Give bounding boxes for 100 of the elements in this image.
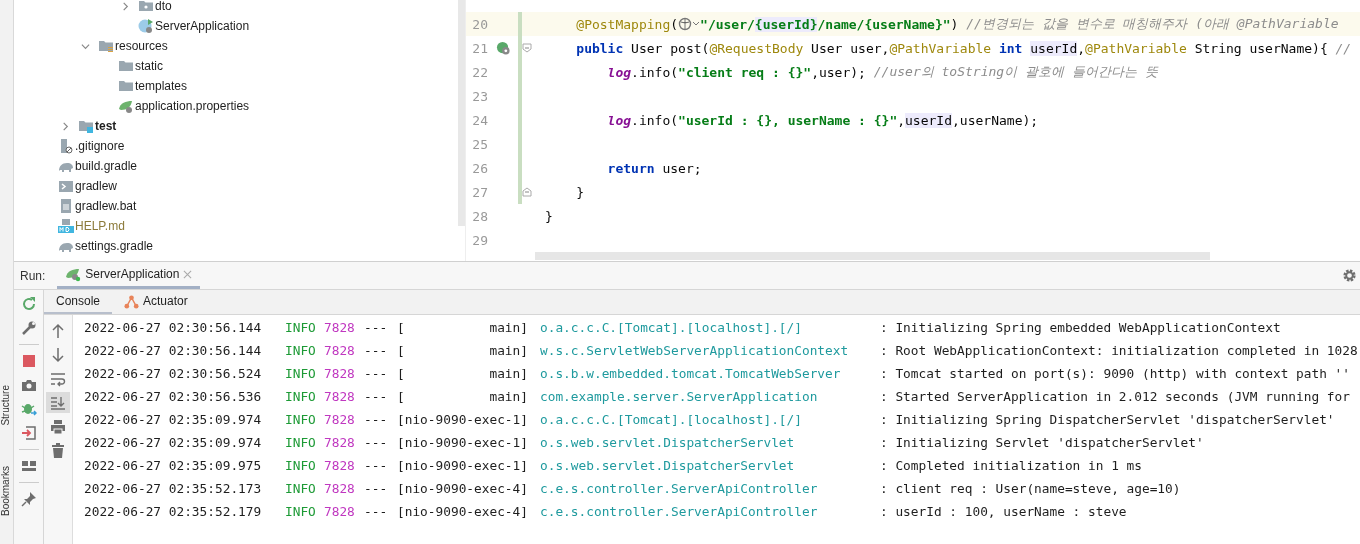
log-message: : client req : User(name=steve, age=10) — [880, 481, 1181, 496]
tool-window-tab[interactable]: Structure — [0, 385, 13, 426]
logger-name: o.a.c.c.C.[Tomcat].[localhost].[/] — [540, 320, 803, 335]
code-text: } — [545, 208, 553, 224]
rerun-icon[interactable] — [20, 296, 37, 312]
class-icon — [138, 18, 154, 34]
settings-icon[interactable] — [1342, 268, 1357, 283]
tree-item[interactable]: static — [135, 59, 163, 73]
tree-item[interactable]: dto — [155, 0, 172, 13]
tree-item[interactable]: ServerApplication — [155, 19, 250, 33]
process-id: 7828 — [324, 435, 356, 450]
camera-icon[interactable] — [20, 377, 37, 393]
field-name: log — [606, 112, 632, 128]
line-number: 20 — [471, 16, 488, 32]
logger-name: o.s.web.servlet.DispatcherServlet — [540, 435, 796, 450]
log-separator: --- — [364, 343, 389, 358]
scrollbar[interactable] — [535, 252, 1210, 260]
logger-name: o.s.b.w.embedded.tomcat.TomcatWebServer — [540, 366, 842, 381]
log-level: INFO — [285, 504, 317, 519]
annotation-text: @RequestBody — [709, 40, 804, 56]
log-level: INFO — [285, 412, 317, 427]
code-comment: // — [1335, 40, 1352, 56]
code-text: } — [575, 184, 585, 200]
logger-name: com.example.server.ServerApplication — [540, 389, 819, 404]
thread-name: [nio-9090-exec-4] — [397, 481, 529, 496]
tree-item[interactable]: gradlew.bat — [75, 199, 137, 213]
log-timestamp: 2022-06-27 02:35:52.173 — [84, 481, 263, 496]
code-text: , — [1077, 40, 1086, 56]
log-message: : Initializing Servlet 'dispatcherServlet' — [880, 435, 1204, 450]
log-timestamp: 2022-06-27 02:35:09.974 — [84, 435, 263, 450]
scroll-to-end-icon[interactable] — [50, 394, 66, 411]
arrow-up-icon[interactable] — [50, 322, 66, 339]
tool-window-tab[interactable]: Bookmarks — [0, 465, 13, 516]
log-level: INFO — [285, 320, 317, 335]
trash-icon[interactable] — [50, 442, 66, 459]
fold-icon[interactable] — [522, 187, 532, 197]
line-number: 26 — [471, 160, 488, 176]
tree-item[interactable]: settings.gradle — [75, 239, 154, 253]
console-tab[interactable]: Actuator — [112, 290, 200, 314]
code-text: ,user); — [811, 64, 867, 80]
chevron-right-icon[interactable] — [121, 1, 130, 11]
bean-icon[interactable] — [495, 40, 511, 56]
chevron-down-icon[interactable] — [81, 41, 90, 51]
string-literal: /name/{userName}" — [817, 16, 951, 32]
code-text: .info( — [631, 112, 679, 128]
pin-icon[interactable] — [20, 491, 37, 507]
logger-name: c.e.s.controller.ServerApiController — [540, 504, 819, 519]
folder-icon — [98, 38, 114, 54]
tree-item[interactable]: build.gradle — [75, 159, 138, 173]
keyword-text: public — [575, 40, 624, 56]
arrow-down-icon[interactable] — [50, 346, 66, 363]
log-separator: --- — [364, 458, 389, 473]
chevron-right-icon[interactable] — [61, 121, 70, 131]
text-file-icon — [58, 198, 74, 214]
logger-name: o.s.web.servlet.DispatcherServlet — [540, 458, 796, 473]
tree-item[interactable]: templates — [135, 79, 188, 93]
file-icon — [58, 138, 74, 154]
exit-icon[interactable] — [20, 425, 37, 441]
log-message: : Tomcat started on port(s): 9090 (http) with context path '' — [880, 366, 1350, 381]
tree-item[interactable]: test — [95, 119, 117, 133]
string-literal: {userId} — [754, 16, 818, 32]
bug-icon[interactable] — [20, 401, 37, 417]
log-message: : userId : 100, userName : steve — [880, 504, 1127, 519]
folder-icon — [78, 118, 94, 134]
line-number: 25 — [471, 136, 488, 152]
line-number: 21 — [471, 40, 488, 56]
tree-item[interactable]: gradlew — [75, 179, 118, 193]
code-text: userId — [1030, 40, 1078, 56]
layout-icon[interactable] — [20, 458, 37, 474]
log-level: INFO — [285, 458, 317, 473]
fold-icon[interactable] — [522, 43, 532, 53]
tree-item[interactable]: resources — [115, 39, 168, 53]
leaf-icon — [118, 98, 134, 114]
globe-icon[interactable] — [678, 17, 701, 31]
folder-icon — [118, 58, 134, 74]
thread-name: [ main] — [397, 389, 529, 404]
logger-name: c.e.s.controller.ServerApiController — [540, 481, 819, 496]
code-text: ) — [950, 16, 960, 32]
log-separator: --- — [364, 389, 389, 404]
log-timestamp: 2022-06-27 02:30:56.536 — [84, 389, 263, 404]
logger-name: o.a.c.c.C.[Tomcat].[localhost].[/] — [540, 412, 803, 427]
line-number: 29 — [471, 232, 488, 248]
stop-icon[interactable] — [20, 353, 37, 369]
printer-icon[interactable] — [50, 418, 66, 435]
process-id: 7828 — [324, 458, 356, 473]
tree-item[interactable]: HELP.md — [75, 219, 125, 233]
code-text: , — [897, 112, 906, 128]
tree-item[interactable]: application.properties — [135, 99, 250, 113]
thread-name: [nio-9090-exec-1] — [397, 412, 529, 427]
soft-wrap-icon[interactable] — [50, 370, 66, 387]
process-id: 7828 — [324, 320, 356, 335]
log-separator: --- — [364, 412, 389, 427]
code-text: ,userName); — [952, 112, 1039, 128]
terminal-icon — [58, 178, 74, 194]
wrench-icon[interactable] — [20, 320, 37, 336]
log-separator: --- — [364, 435, 389, 450]
tree-item[interactable]: .gitignore — [75, 139, 125, 153]
log-timestamp: 2022-06-27 02:35:09.974 — [84, 412, 263, 427]
log-timestamp: 2022-06-27 02:30:56.524 — [84, 366, 263, 381]
close-icon[interactable] — [183, 269, 193, 279]
